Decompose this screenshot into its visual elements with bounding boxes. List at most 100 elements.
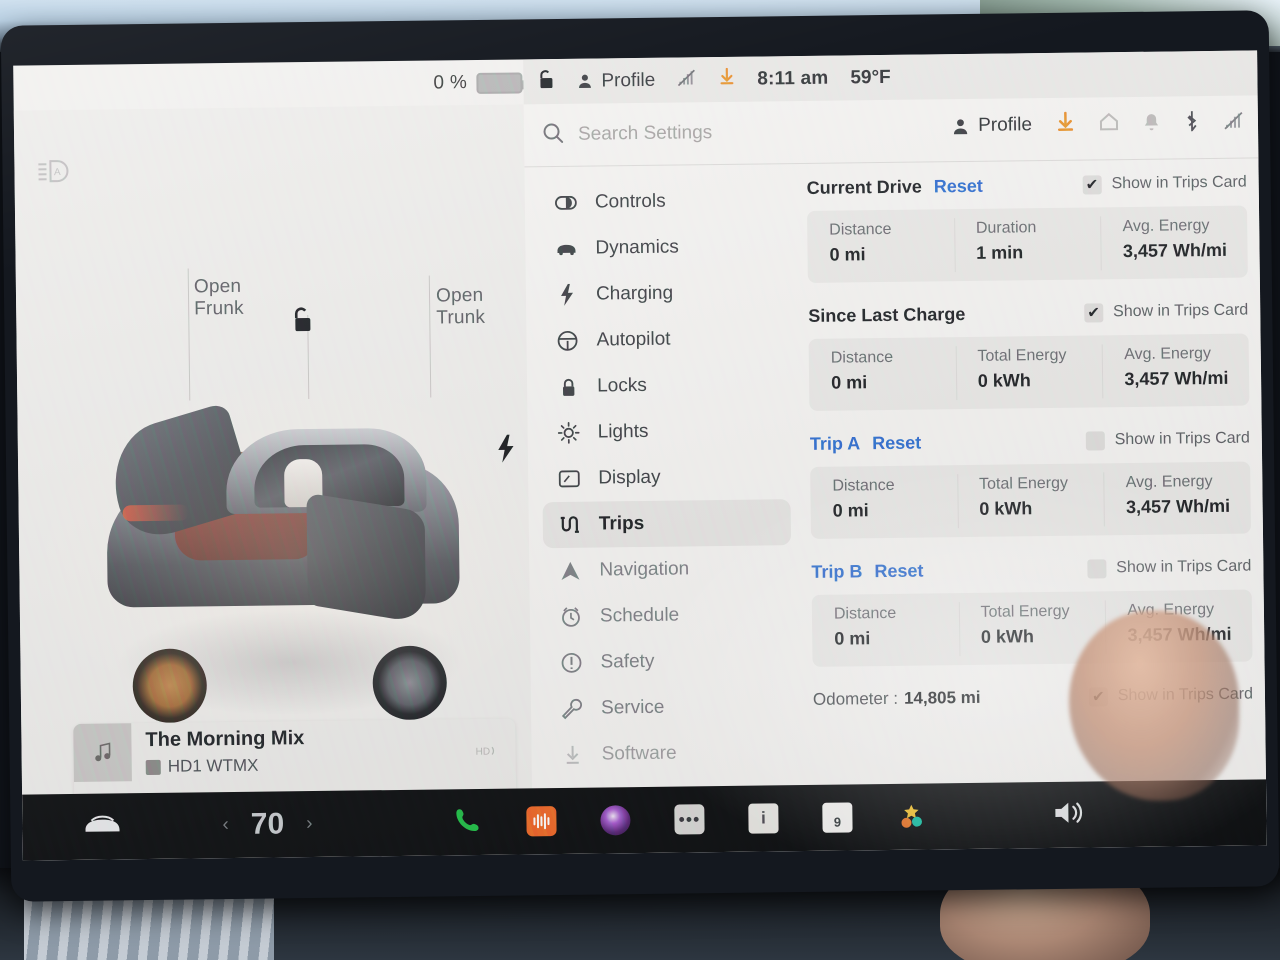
sidebar-item-autopilot[interactable]: Autopilot (540, 315, 789, 364)
section-title[interactable]: Trip B (811, 561, 862, 583)
stat-label: Avg. Energy (1125, 473, 1213, 492)
more-dots-icon[interactable]: ••• (674, 804, 705, 835)
volume-icon[interactable] (1052, 798, 1086, 831)
sidebar-item-label: Schedule (599, 604, 680, 627)
section-header-trip-b: Trip B Reset Show in Trips Card (811, 552, 1251, 587)
battery-icon (475, 71, 523, 94)
sidebar-item-trips[interactable]: Trips (542, 499, 792, 549)
show-in-trips-card-label: Show in Trips Card (1117, 685, 1254, 705)
photo-frame: 0 % Profile 8:11 am 59°F A Open Frunk Op… (0, 0, 1280, 960)
bluetooth-icon[interactable] (1184, 110, 1200, 136)
open-trunk-button[interactable]: Open Trunk (436, 285, 485, 330)
steering-wheel-icon (556, 330, 578, 352)
trips-content: Current Drive Reset Show in Trips Card D… (807, 168, 1255, 851)
show-in-trips-card-toggle[interactable]: Show in Trips Card (1088, 685, 1254, 707)
checkbox-unchecked[interactable] (1085, 430, 1105, 451)
reset-button[interactable]: Reset (872, 432, 921, 454)
car-visualization-panel: A Open Frunk Open Trunk The Morning Mix … (13, 104, 533, 861)
profile-button[interactable]: Profile (951, 114, 1032, 137)
sidebar-item-charging[interactable]: Charging (540, 269, 789, 318)
reset-button[interactable]: Reset (934, 175, 983, 197)
checkbox-unchecked[interactable] (1087, 558, 1107, 579)
temperature-value[interactable]: 70 (251, 807, 285, 841)
sidebar-item-lights[interactable]: Lights (541, 407, 790, 456)
checkbox-checked[interactable] (1082, 174, 1102, 195)
odometer-row: Odometer : 14,805 mi Show in Trips Card (813, 680, 1253, 715)
sidebar-item-label: Lights (597, 420, 649, 443)
stat-cell: Avg. Energy 3,457 Wh/mi (1103, 462, 1251, 536)
status-bar-right: Profile 8:11 am 59°F (523, 50, 1258, 105)
media-title: The Morning Mix (145, 727, 305, 752)
temp-decrease-button[interactable]: ‹ (222, 814, 229, 836)
phone-icon[interactable] (452, 804, 482, 839)
battery-percent-label: 0 % (433, 72, 468, 94)
stat-cell: Duration 1 min (954, 207, 1102, 281)
sidebar-item-navigation[interactable]: Navigation (543, 545, 792, 594)
home-icon[interactable] (1099, 112, 1119, 136)
profile-button[interactable]: Profile (576, 69, 655, 92)
show-in-trips-card-label: Show in Trips Card (1112, 301, 1249, 321)
notes-icon[interactable]: i (748, 803, 779, 834)
show-in-trips-card-toggle[interactable]: Show in Trips Card (1085, 429, 1250, 451)
sidebar-item-display[interactable]: Display (542, 453, 791, 502)
sidebar-item-locks[interactable]: Locks (541, 361, 790, 410)
temp-increase-button[interactable]: › (306, 813, 313, 835)
profile-icon (954, 118, 968, 134)
sidebar-item-software[interactable]: Software (545, 729, 794, 778)
checkbox-checked[interactable] (1083, 302, 1104, 323)
sidebar-item-safety[interactable]: Safety (544, 637, 793, 686)
open-frunk-button[interactable]: Open Frunk (194, 276, 244, 321)
toybox-icon[interactable] (896, 802, 926, 832)
vehicle-render[interactable] (77, 401, 511, 730)
schedule-clock-icon (560, 606, 582, 628)
section-title[interactable]: Trip A (810, 433, 861, 455)
stat-cell: Total Energy 0 kWh (957, 463, 1105, 537)
search-icon[interactable] (542, 121, 564, 148)
sidebar-item-controls[interactable]: Controls (539, 177, 788, 226)
media-waveform-icon[interactable] (526, 806, 557, 837)
odometer-label: Odometer : (812, 688, 899, 709)
lock-icon (557, 376, 579, 397)
sidebar-item-label: Trips (598, 512, 645, 535)
stat-cell: Avg. Energy 3,457 Wh/mi (1105, 590, 1253, 664)
sidebar-item-label: Navigation (599, 558, 690, 581)
software-update-icon[interactable] (1056, 111, 1075, 138)
sidebar-item-schedule[interactable]: Schedule (544, 591, 793, 640)
search-input[interactable]: Search Settings (578, 122, 712, 146)
calendar-icon[interactable]: 9 (822, 802, 853, 833)
bolt-icon (556, 283, 578, 306)
sidebar-item-label: Autopilot (596, 328, 671, 351)
show-in-trips-card-toggle[interactable]: Show in Trips Card (1083, 301, 1249, 323)
sidebar-item-dynamics[interactable]: Dynamics (539, 223, 788, 272)
software-update-icon[interactable] (718, 67, 735, 91)
safety-alert-icon (560, 652, 582, 674)
notification-bell-icon[interactable] (1143, 111, 1160, 136)
unlock-icon[interactable] (289, 305, 315, 340)
stat-value: 3,457 Wh/mi (1125, 495, 1231, 518)
stat-cell: Distance 0 mi (810, 465, 958, 539)
cellular-off-icon[interactable] (1224, 111, 1244, 134)
reset-button[interactable]: Reset (874, 560, 923, 582)
stat-value: 0 mi (834, 628, 871, 649)
stat-value: 3,457 Wh/mi (1127, 623, 1232, 646)
climate-temperature-control[interactable]: ‹ 70 › (222, 807, 312, 842)
car-icon[interactable] (82, 813, 122, 840)
checkbox-checked[interactable] (1088, 686, 1108, 707)
stat-value: 3,457 Wh/mi (1124, 367, 1229, 390)
show-in-trips-card-toggle[interactable]: Show in Trips Card (1082, 173, 1247, 195)
front-wheel (132, 648, 208, 724)
unlock-icon[interactable] (537, 69, 554, 95)
cellular-off-icon[interactable] (677, 69, 696, 91)
bottom-taskbar: ‹ 70 › ••• i 9 (22, 779, 1267, 861)
sidebar-item-label: Charging (595, 282, 674, 305)
open-frunk-line2: Frunk (194, 298, 244, 320)
stat-value: 0 kWh (980, 626, 1035, 647)
section-title: Since Last Charge (808, 303, 966, 326)
sidebar-item-service[interactable]: Service (545, 683, 794, 732)
taskbar-app-icons: ••• i 9 (452, 799, 926, 840)
dashcam-icon[interactable] (600, 805, 631, 836)
battery-indicator[interactable]: 0 % (433, 71, 523, 94)
auto-headlight-icon: A (36, 158, 70, 189)
show-in-trips-card-toggle[interactable]: Show in Trips Card (1087, 557, 1251, 579)
stat-label: Avg. Energy (1124, 345, 1212, 364)
